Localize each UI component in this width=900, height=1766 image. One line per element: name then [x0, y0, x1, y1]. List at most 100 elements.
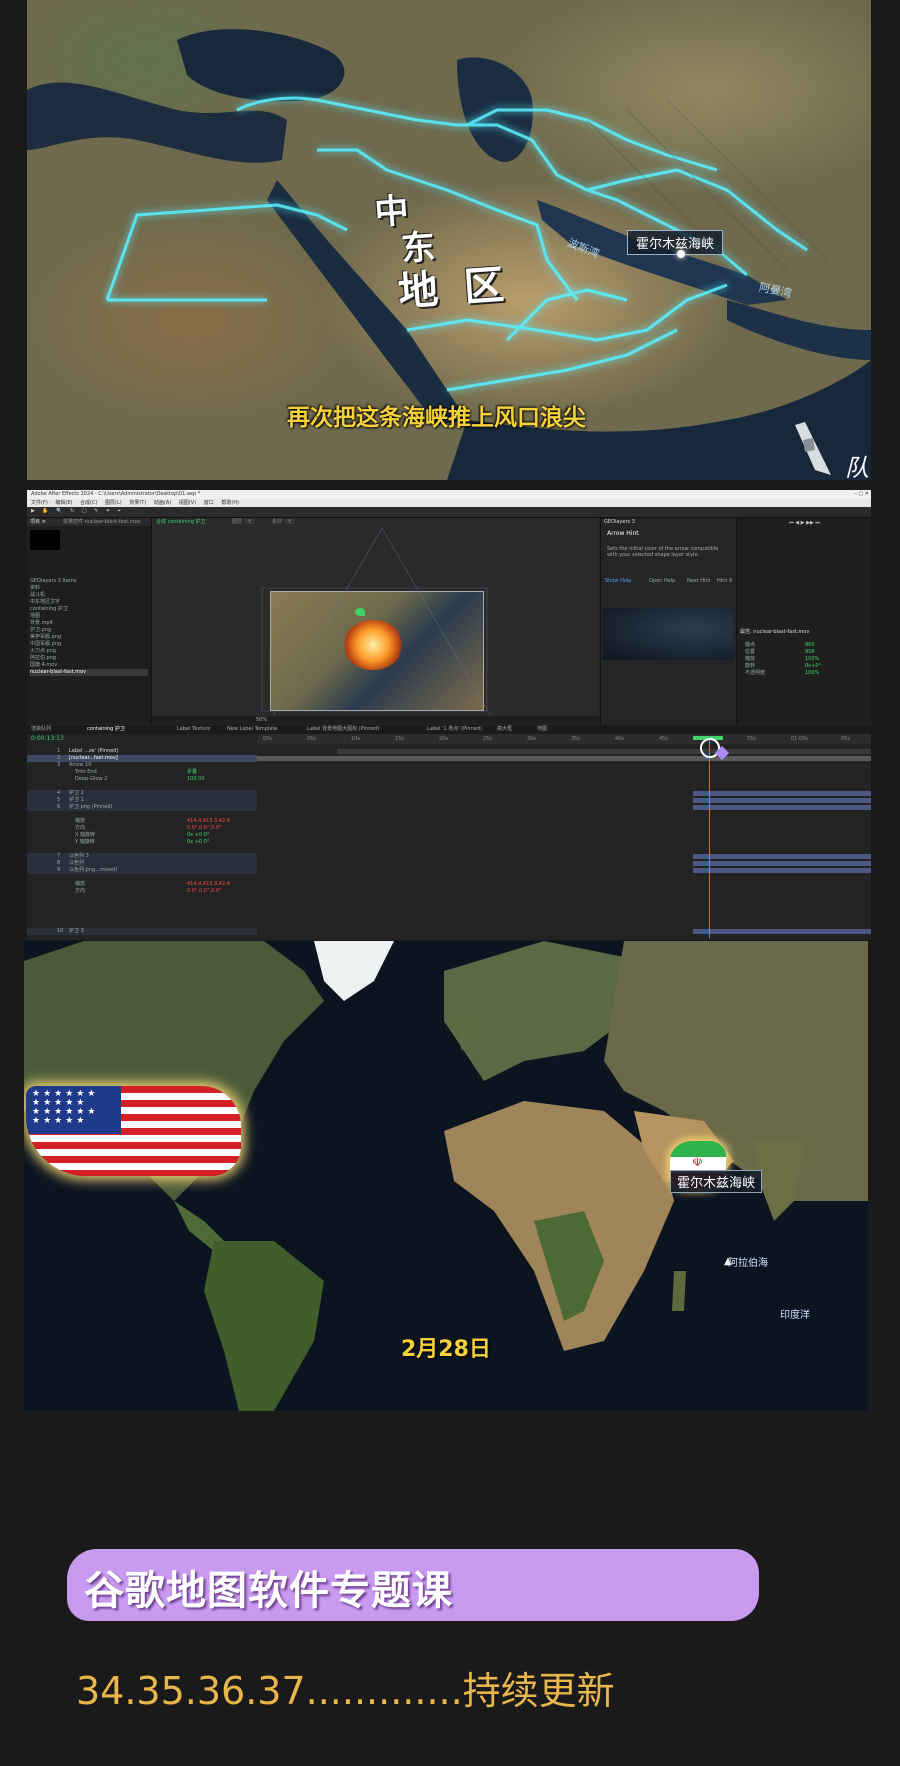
project-item[interactable]: 护卫.png [30, 627, 148, 634]
property-row[interactable]: 位置 958 [745, 649, 865, 656]
layer-row[interactable]: 6 护卫.png (Pinned) [27, 804, 257, 811]
layer-name[interactable]: 护卫 1 [69, 797, 84, 804]
layer-property[interactable]: 方向 0.0°,0.0°,0.0° [27, 888, 257, 895]
layer-name[interactable]: 护卫 2 [69, 790, 84, 797]
effect-controls-tab[interactable]: 效果控件 nuclear-blast-fast.mov [63, 518, 141, 526]
layer-property[interactable]: X 轴旋转 0x +0.0° [27, 832, 257, 839]
project-item[interactable]: 国旗 4.mov [30, 662, 148, 669]
project-item[interactable]: containing 护卫 [30, 606, 148, 613]
layer-name[interactable]: Label ...ze' (Pinned) [69, 748, 118, 755]
ae-toolbar[interactable]: ▶ ✋ 🔍 ↻ ▢ ✎ ✦ ⌖ [27, 507, 871, 518]
layer-name[interactable]: 以色列 3 [69, 853, 89, 860]
layer-name[interactable]: [nuclear...fast.mov] [69, 755, 118, 762]
menu-animation[interactable]: 动画(A) [154, 500, 171, 506]
layer-row[interactable]: 2 [nuclear...fast.mov] [27, 755, 257, 762]
menu-effect[interactable]: 效果(T) [129, 500, 146, 506]
track-area[interactable] [257, 736, 871, 938]
project-item[interactable]: 中东地区文字 [30, 599, 148, 606]
project-item[interactable]: 火力点.png [30, 648, 148, 655]
track-bar[interactable] [693, 854, 871, 859]
layer-name[interactable]: 以色列.png...mixed) [69, 867, 117, 874]
property-value[interactable]: 0.0°,0.0°,0.0° [187, 825, 222, 832]
timeline-tab[interactable]: 渲染队列 [31, 725, 51, 734]
property-row[interactable]: 锚点 960 [745, 642, 865, 649]
property-value[interactable]: 0.0°,0.0°,0.0° [187, 888, 222, 895]
property-value[interactable]: 折叠 [187, 769, 197, 776]
track-bar[interactable] [257, 756, 871, 761]
viewer-controls[interactable]: 50% [152, 716, 603, 724]
property-row[interactable]: 不透明度 100% [745, 670, 865, 677]
layer-property[interactable]: 缩放 414.4,413.3,42.4 [27, 818, 257, 825]
layer-property[interactable]: Deep-Glow 2 100.00 [27, 776, 257, 783]
layer-row[interactable]: 3 Arrow 10 [27, 762, 257, 769]
track-bar[interactable] [693, 805, 871, 810]
layer-row[interactable]: 7 以色列 3 [27, 853, 257, 860]
track-bar[interactable] [693, 868, 871, 873]
layer-row[interactable]: 10 护卫 3 [27, 928, 257, 935]
menu-help[interactable]: 帮助(H) [221, 500, 239, 506]
project-item[interactable]: 美伊军舰.png [30, 634, 148, 641]
property-value[interactable]: 100% [805, 670, 819, 677]
project-item[interactable]: 战斗机 [30, 592, 148, 599]
menu-edit[interactable]: 编辑(E) [55, 500, 72, 506]
show-help-button[interactable]: Show Help [605, 578, 631, 584]
timeline-tab[interactable]: 地图 [537, 725, 547, 734]
project-item[interactable]: 阿拉伯.png [30, 655, 148, 662]
track-bar[interactable] [693, 798, 871, 803]
menu-file[interactable]: 文件(F) [31, 500, 48, 506]
layer-row[interactable]: 9 以色列.png...mixed) [27, 867, 257, 874]
timeline-tab[interactable]: 搞大框 [497, 725, 512, 734]
layer-name[interactable]: 以色列 [69, 860, 84, 867]
layer-name[interactable]: 护卫 3 [69, 928, 84, 935]
track-bar[interactable] [693, 861, 871, 866]
layer-property[interactable]: 缩放 414.4,413.3,42.4 [27, 881, 257, 888]
open-help-button[interactable]: Open Help [649, 578, 675, 584]
property-value[interactable]: 0x +0.0° [187, 832, 209, 839]
property-value[interactable]: 960 [805, 642, 815, 649]
next-hint-button[interactable]: Next Hint [687, 578, 711, 584]
layer-row[interactable]: 4 护卫 2 [27, 790, 257, 797]
project-item[interactable]: GEOlayers 3 Items [30, 578, 148, 585]
property-row[interactable]: 旋转 0x+0° [745, 663, 865, 670]
property-value[interactable]: 414.4,413.3,42.4 [187, 881, 230, 888]
zoom-level[interactable]: 50% [256, 717, 267, 723]
project-item[interactable]: 资料 [30, 585, 148, 592]
layer-name[interactable]: 护卫.png (Pinned) [69, 804, 112, 811]
property-row[interactable]: 缩放 100% [745, 656, 865, 663]
tool-icons[interactable]: ▶ ✋ 🔍 ↻ ▢ ✎ ✦ ⌖ [31, 508, 124, 514]
layer-row[interactable]: 5 护卫 1 [27, 797, 257, 804]
project-item[interactable]: 中国军舰.png [30, 641, 148, 648]
timeline-tab[interactable]: New Label Template [227, 725, 277, 734]
track-bar[interactable] [693, 929, 871, 934]
property-value[interactable]: 0x+0° [805, 663, 821, 670]
property-value[interactable]: 100.00 [187, 776, 205, 783]
timeline-tab[interactable]: Label 背景地图大图标 (Pinned) [307, 725, 379, 734]
window-controls[interactable]: – ▢ ✕ [854, 490, 869, 499]
composition-viewer[interactable]: 合成 containing 护卫 图层（无） 素材（无） 50% [152, 518, 603, 724]
property-value[interactable]: 100% [805, 656, 819, 663]
playback-controls[interactable]: ⏮ ◀ ▶ ▶▶ ⏭ [737, 518, 871, 528]
layer-property[interactable]: Trim End 折叠 [27, 769, 257, 776]
project-item[interactable]: 地图 [30, 613, 148, 620]
project-item-selected[interactable]: nuclear-blast-fast.mov [30, 669, 148, 676]
time-ruler[interactable]: 00s 05s 10s 15s 20s 25s 30s 35s 40s 45s … [257, 734, 871, 744]
property-value[interactable]: 414.4,413.3,42.4 [187, 818, 230, 825]
menu-layer[interactable]: 图层(L) [105, 500, 122, 506]
menu-composition[interactable]: 合成(C) [80, 500, 97, 506]
timecode[interactable]: 0:00:13:13 [31, 735, 64, 742]
layer-property[interactable]: Y 轴旋转 0x +0.0° [27, 839, 257, 846]
property-value[interactable]: 0x +0.0° [187, 839, 209, 846]
timeline-tab-active[interactable]: containing 护卫 [87, 725, 125, 734]
timeline-tab[interactable]: Label Texture [177, 725, 210, 734]
timeline-tab[interactable]: Label '1 地点' (Pinned) [427, 725, 482, 734]
property-value[interactable]: 958 [805, 649, 815, 656]
playhead[interactable] [709, 738, 710, 938]
layer-row[interactable]: 8 以色列 [27, 860, 257, 867]
menu-window[interactable]: 窗口 [204, 500, 214, 506]
layer-row[interactable]: 1 Label ...ze' (Pinned) [27, 748, 257, 755]
project-item[interactable]: 背景.mp4 [30, 620, 148, 627]
track-bar[interactable] [337, 749, 871, 754]
layer-name[interactable]: Arrow 10 [69, 762, 91, 769]
track-bar[interactable] [693, 791, 871, 796]
layer-property[interactable]: 方向 0.0°,0.0°,0.0° [27, 825, 257, 832]
